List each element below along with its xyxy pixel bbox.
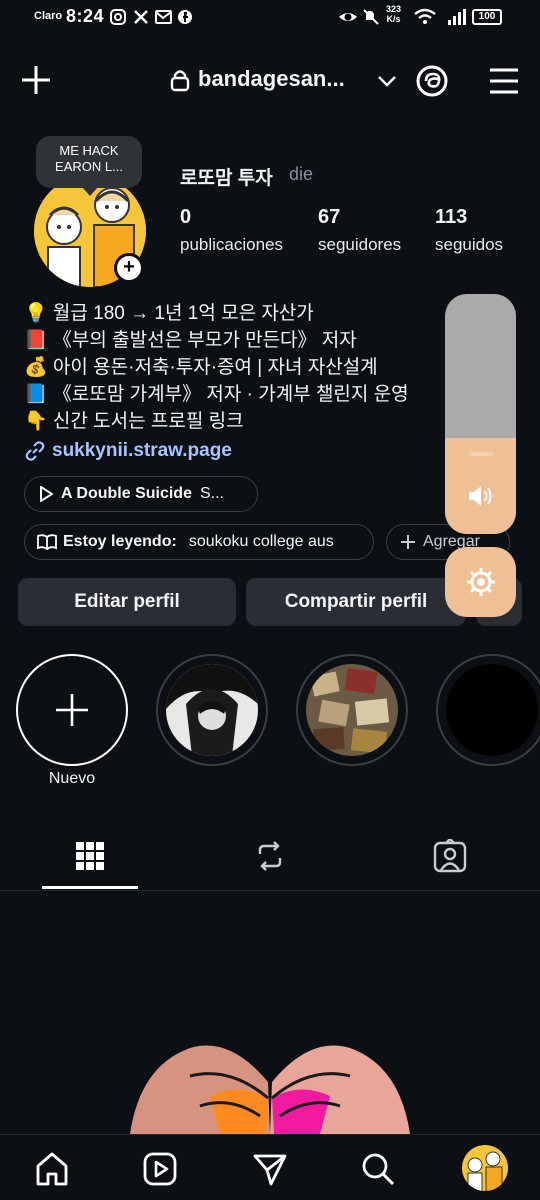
plus-icon	[401, 535, 415, 549]
grid-icon	[76, 842, 104, 870]
tab-reposts[interactable]	[242, 836, 298, 876]
battery-indicator: 100	[472, 9, 502, 25]
music-title: A Double Suicide	[61, 485, 192, 502]
net-speed-value: 323	[386, 4, 402, 14]
display-name: 로또맘 투자	[180, 168, 273, 189]
profile-note-bubble[interactable]: ME HACK EARON L...	[36, 136, 142, 196]
highlight-1-cover	[166, 664, 258, 756]
search-icon	[362, 1153, 395, 1186]
pronouns: die	[289, 164, 314, 184]
tab-divider	[0, 890, 540, 891]
bio-link-text: sukkynii.straw.page	[52, 440, 232, 461]
posts-count: 0	[180, 206, 192, 228]
highlight-3-cover	[446, 664, 538, 756]
empty-posts-illustration	[130, 1045, 410, 1134]
tab-indicator	[42, 886, 138, 889]
account-switcher[interactable]: bandagesan...	[198, 66, 345, 92]
reels-icon	[143, 1152, 177, 1186]
bio-line-4: 📘 《로또맘 가계부》 저자 · 가계부 챌린지 운영	[24, 384, 409, 405]
highlight-2[interactable]	[296, 654, 408, 766]
music-artist: S...	[199, 485, 224, 502]
bio-line-1: 💡 월급 180 → 1년 1억 모은 자산가	[24, 303, 314, 324]
book-icon	[37, 534, 57, 550]
volume-handle[interactable]	[469, 452, 493, 456]
threads-button[interactable]	[413, 62, 451, 100]
plus-icon	[22, 66, 50, 94]
plus-icon: +	[117, 256, 141, 280]
sound-settings-button[interactable]	[445, 547, 516, 617]
send-icon	[253, 1154, 287, 1186]
menu-button[interactable]	[486, 64, 522, 98]
reading-chip[interactable]: Estoy leyendo: soukoku college aus	[24, 524, 374, 560]
clock: 8:24	[66, 6, 105, 26]
reading-label: Estoy leyendo:	[63, 533, 177, 550]
lock-icon	[170, 70, 190, 92]
highlight-1[interactable]	[156, 654, 268, 766]
nav-profile-avatar[interactable]	[462, 1145, 508, 1191]
reading-value: soukoku college aus	[188, 533, 334, 550]
tab-tagged[interactable]	[422, 836, 478, 876]
plus-icon	[56, 694, 88, 726]
tagged-person-icon	[433, 839, 467, 873]
posts-label: publicaciones	[180, 235, 284, 254]
new-highlight-label: Nuevo	[48, 770, 96, 787]
gear-icon	[466, 568, 495, 596]
music-chip[interactable]: A Double Suicide S...	[24, 476, 258, 512]
repost-icon	[258, 841, 282, 871]
speaker-icon	[469, 486, 492, 506]
wifi-signal-icons	[414, 8, 466, 25]
highlight-3[interactable]	[436, 654, 540, 766]
threads-icon	[416, 65, 448, 97]
new-highlight-button[interactable]	[16, 654, 128, 766]
nav-reels[interactable]	[140, 1149, 180, 1189]
notification-icons	[110, 9, 192, 25]
followers-label[interactable]: seguidores	[318, 235, 401, 255]
play-icon	[40, 486, 53, 502]
profile-note-text: ME HACK EARON L...	[55, 143, 123, 174]
network-speed: 323 K/s	[386, 4, 401, 24]
nav-search[interactable]	[358, 1149, 398, 1189]
bio-link[interactable]: sukkynii.straw.page	[24, 440, 232, 462]
following-count[interactable]: 113	[435, 206, 467, 229]
edit-profile-button[interactable]: Editar perfil	[18, 578, 236, 626]
highlight-2-cover	[306, 664, 398, 756]
volume-slider[interactable]	[445, 294, 516, 534]
status-icons-left	[339, 9, 379, 25]
net-speed-unit: K/s	[386, 14, 401, 24]
bottom-nav	[0, 1134, 540, 1200]
chevron-down-icon[interactable]	[377, 74, 397, 88]
carrier-label: Claro	[34, 10, 63, 22]
tab-posts-grid[interactable]	[62, 836, 118, 876]
avatar	[467, 1151, 503, 1191]
share-profile-button[interactable]: Compartir perfil	[246, 578, 466, 626]
link-icon	[25, 441, 45, 461]
following-label[interactable]: seguidos	[435, 235, 503, 255]
bio-line-5: 👇 신간 도서는 프로필 링크	[24, 411, 244, 432]
new-post-button[interactable]	[18, 62, 54, 98]
add-story-button[interactable]: +	[114, 253, 144, 283]
status-bar: Claro 8:24 323 K/s 100	[0, 0, 540, 36]
followers-count[interactable]: 67	[318, 206, 340, 229]
nav-messages[interactable]	[250, 1149, 290, 1189]
bio-line-2: 📕 《부의 출발선은 부모가 만든다》 저자	[24, 330, 357, 351]
nav-home[interactable]	[32, 1149, 72, 1189]
instagram-profile-screen: Claro 8:24 323 K/s 100 bandagesan... ME …	[0, 0, 540, 1200]
hamburger-menu-icon	[490, 68, 518, 94]
home-icon	[36, 1152, 68, 1186]
bio-line-3: 💰 아이 용돈·저축·투자·증여 | 자녀 자산설계	[24, 357, 378, 378]
